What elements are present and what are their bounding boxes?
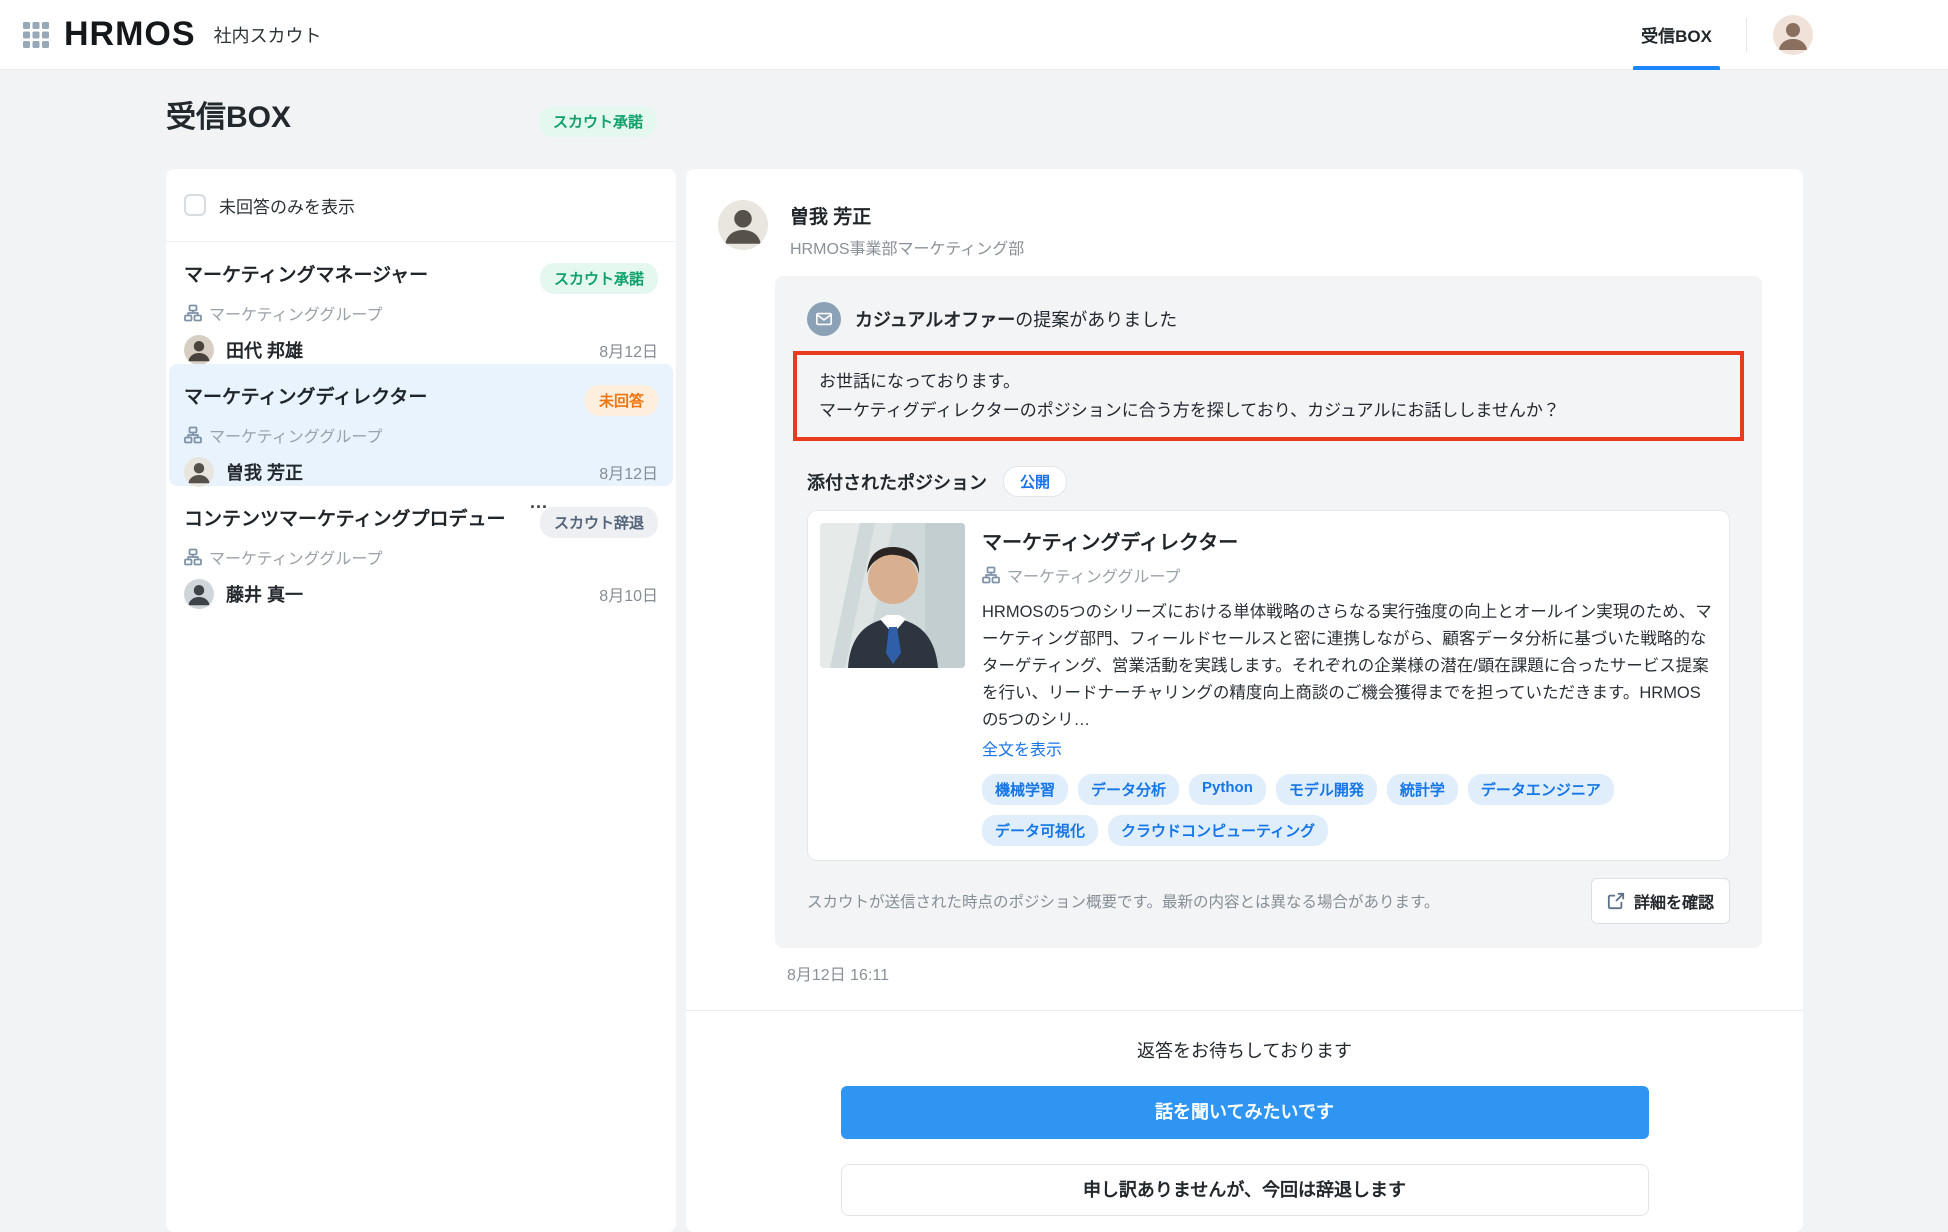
offer-message-highlighted: お世話になっております。 マーケティグディレクターのポジションに合う方を探してお… bbox=[793, 351, 1744, 441]
list-item-content-marketing-producer[interactable]: ... コンテンツマーケティングプロデュー スカウト辞退 マーケティンググループ… bbox=[166, 486, 676, 608]
position-photo bbox=[820, 523, 965, 668]
org-group-icon bbox=[184, 426, 202, 444]
filter-label: 未回答のみを表示 bbox=[219, 193, 355, 218]
external-link-icon bbox=[1607, 892, 1625, 910]
visibility-badge: 公開 bbox=[1003, 466, 1067, 497]
app-grid-icon[interactable] bbox=[20, 19, 52, 51]
candidate-avatar bbox=[184, 335, 214, 365]
candidate-name: 田代 邦雄 bbox=[226, 337, 303, 363]
person-icon bbox=[184, 335, 214, 365]
scout-date: 8月12日 bbox=[599, 460, 658, 484]
offer-message-bubble: カジュアルオファーの提案がありました お世話になっております。 マーケティグディ… bbox=[775, 276, 1762, 948]
app-name: 社内スカウト bbox=[214, 22, 322, 48]
title-overflow-dots: ... bbox=[530, 492, 548, 513]
skill-tag: 統計学 bbox=[1387, 774, 1458, 805]
grid-icon bbox=[22, 21, 50, 49]
app-header: HRMOS 社内スカウト 受信BOX bbox=[0, 0, 1948, 70]
position-title: マーケティングディレクター bbox=[982, 526, 1715, 555]
show-full-text-link[interactable]: 全文を表示 bbox=[982, 736, 1062, 760]
skill-tag: Python bbox=[1189, 774, 1266, 805]
sender-department: HRMOS事業部マーケティング部 bbox=[790, 235, 1024, 259]
inbox-list: 未回答のみを表示 マーケティングマネージャー スカウト承諾 マーケティンググルー… bbox=[166, 169, 676, 1232]
mail-icon bbox=[807, 302, 841, 336]
status-badge-accepted: スカウト承諾 bbox=[539, 106, 657, 137]
scout-group: マーケティンググループ bbox=[209, 301, 382, 325]
status-badge: スカウト辞退 bbox=[540, 507, 658, 538]
sender-name: 曽我 芳正 bbox=[790, 202, 1024, 229]
decline-offer-button[interactable]: 申し訳ありませんが、今回は辞退します bbox=[841, 1164, 1649, 1216]
position-card: マーケティングディレクター マーケティンググループ HRMOSの5つのシリーズに… bbox=[807, 510, 1730, 861]
scout-group: マーケティンググループ bbox=[209, 545, 382, 569]
scout-title: マーケティングディレクター bbox=[184, 385, 427, 411]
page-title: 受信BOX bbox=[166, 96, 291, 140]
user-avatar[interactable] bbox=[1773, 15, 1813, 55]
status-badge: 未回答 bbox=[585, 385, 658, 416]
attachment-label: 添付されたポジション bbox=[807, 469, 987, 495]
message-timestamp: 8月12日 16:11 bbox=[787, 961, 1803, 985]
candidate-avatar bbox=[184, 579, 214, 609]
filter-unanswered-toggle[interactable]: 未回答のみを表示 bbox=[166, 169, 676, 242]
person-icon bbox=[184, 457, 214, 487]
filter-checkbox[interactable] bbox=[184, 194, 206, 216]
skill-tag: データ分析 bbox=[1078, 774, 1179, 805]
offer-headline: カジュアルオファーの提案がありました bbox=[855, 306, 1177, 332]
message-panel: 曽我 芳正 HRMOS事業部マーケティング部 カジュアルオファーの提案がありまし… bbox=[686, 169, 1803, 1232]
skill-tags: 機械学習 データ分析 Python モデル開発 統計学 データエンジニア データ… bbox=[982, 774, 1715, 846]
scout-title: マーケティングマネージャー bbox=[184, 263, 428, 289]
message-line: マーケティグディレクターのポジションに合う方を探しており、カジュアルにお話ししま… bbox=[819, 396, 1718, 425]
person-icon bbox=[718, 200, 768, 250]
candidate-avatar bbox=[184, 457, 214, 487]
candidate-name: 藤井 真一 bbox=[226, 581, 303, 607]
candidate-name: 曽我 芳正 bbox=[226, 459, 303, 485]
position-group: マーケティンググループ bbox=[1007, 563, 1180, 587]
list-item-marketing-manager[interactable]: マーケティングマネージャー スカウト承諾 マーケティンググループ 田代 邦雄 8… bbox=[166, 242, 676, 364]
skill-tag: 機械学習 bbox=[982, 774, 1068, 805]
sender-block: 曽我 芳正 HRMOS事業部マーケティング部 bbox=[686, 169, 1803, 259]
header-divider bbox=[1746, 18, 1747, 52]
scout-date: 8月10日 bbox=[599, 582, 658, 606]
skill-tag: データエンジニア bbox=[1468, 774, 1614, 805]
skill-tag: モデル開発 bbox=[1276, 774, 1377, 805]
position-description: HRMOSの5つのシリーズにおける単体戦略のさらなる実行強度の向上とオールイン実… bbox=[982, 599, 1715, 734]
businessman-photo-placeholder bbox=[820, 523, 965, 668]
scout-group: マーケティンググループ bbox=[209, 423, 382, 447]
scout-date: 8月12日 bbox=[599, 338, 658, 362]
scout-title: コンテンツマーケティングプロデュー bbox=[184, 507, 505, 533]
hrmos-logo: HRMOS bbox=[64, 15, 196, 54]
accept-offer-button[interactable]: 話を聞いてみたいです bbox=[841, 1086, 1649, 1139]
status-badge: スカウト承諾 bbox=[540, 263, 658, 294]
position-snapshot-note: スカウトが送信された時点のポジション概要です。最新の内容とは異なる場合があります… bbox=[807, 890, 1439, 912]
response-section: 返答をお待ちしております 話を聞いてみたいです 申し訳ありませんが、今回は辞退し… bbox=[686, 1010, 1803, 1232]
person-icon bbox=[1773, 15, 1813, 55]
org-group-icon bbox=[184, 304, 202, 322]
view-detail-button[interactable]: 詳細を確認 bbox=[1591, 878, 1730, 924]
list-item-marketing-director[interactable]: マーケティングディレクター 未回答 マーケティンググループ 曽我 芳正 8月12… bbox=[169, 364, 673, 486]
skill-tag: クラウドコンピューティング bbox=[1108, 815, 1328, 846]
person-icon bbox=[184, 579, 214, 609]
response-prompt: 返答をお待ちしております bbox=[686, 1037, 1803, 1063]
skill-tag: データ可視化 bbox=[982, 815, 1098, 846]
tab-inbox[interactable]: 受信BOX bbox=[1633, 0, 1720, 70]
org-group-icon bbox=[184, 548, 202, 566]
org-group-icon bbox=[982, 566, 1000, 584]
message-line: お世話になっております。 bbox=[819, 367, 1718, 396]
sender-avatar bbox=[718, 200, 768, 250]
